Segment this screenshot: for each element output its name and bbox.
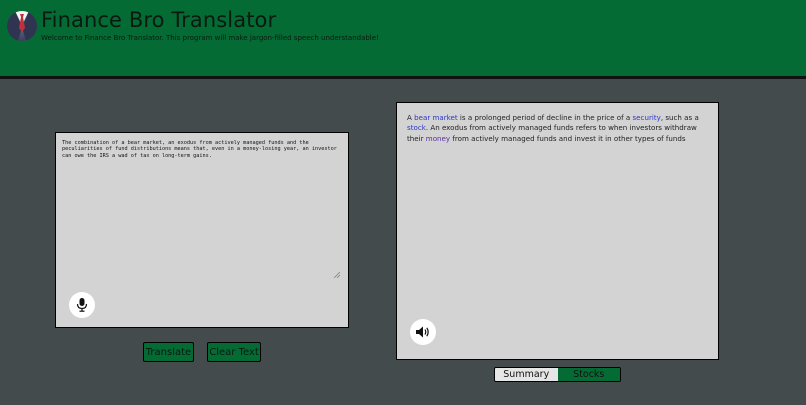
input-panel: The combination of a bear market, an exo… — [55, 132, 349, 328]
microphone-icon — [76, 298, 88, 312]
term-link-money[interactable]: money — [426, 134, 450, 143]
result-tabs: Summary Stocks — [494, 367, 621, 382]
suit-tie-icon — [7, 11, 37, 41]
output-text: , such as a — [660, 113, 699, 122]
term-link-bear-market[interactable]: bear market — [414, 113, 458, 122]
term-link-security[interactable]: security — [632, 113, 660, 122]
microphone-button[interactable] — [69, 292, 95, 318]
resize-grip-icon[interactable] — [334, 272, 340, 278]
app-header: Finance Bro Translator Welcome to Financ… — [0, 0, 806, 79]
tab-stocks[interactable]: Stocks — [557, 368, 620, 381]
speaker-button[interactable] — [410, 319, 436, 345]
translation-output: A bear market is a prolonged period of d… — [407, 113, 707, 144]
speaker-icon — [416, 326, 429, 338]
translate-button[interactable]: Translate — [143, 342, 194, 362]
term-link-stock[interactable]: stock — [407, 123, 426, 132]
app-title: Finance Bro Translator — [41, 8, 277, 32]
output-panel: A bear market is a prolonged period of d… — [396, 102, 719, 360]
output-text: is a prolonged period of decline in the … — [457, 113, 633, 122]
input-textarea[interactable]: The combination of a bear market, an exo… — [62, 140, 342, 280]
tab-summary[interactable]: Summary — [495, 368, 558, 381]
output-text: from actively managed funds and invest i… — [450, 133, 686, 143]
clear-text-button[interactable]: Clear Text — [207, 342, 261, 362]
app-subtitle: Welcome to Finance Bro Translator. This … — [41, 34, 379, 42]
